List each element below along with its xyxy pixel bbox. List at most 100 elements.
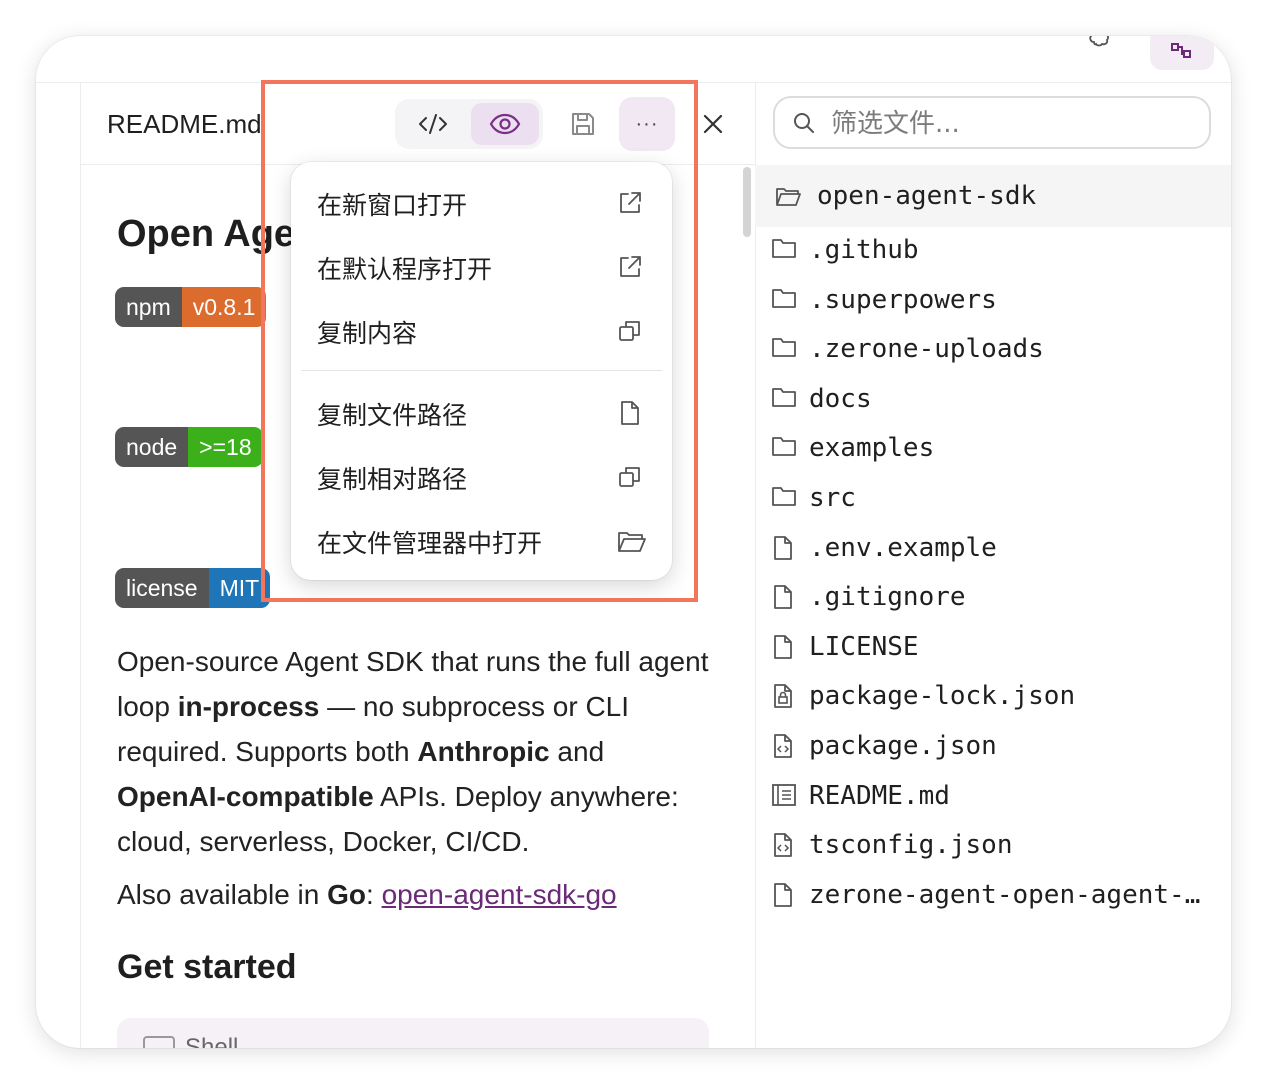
menu-separator — [301, 370, 662, 371]
intro-paragraph: Open-source Agent SDK that runs the full… — [117, 646, 709, 857]
external-link-icon — [620, 256, 641, 277]
tree-item-name: examples — [809, 433, 935, 463]
tree-item-name: README.md — [809, 781, 950, 811]
badge-value: MIT — [208, 568, 271, 608]
file-icon — [621, 401, 639, 425]
tree-item-name: .env.example — [809, 533, 997, 563]
menu-item-label: 复制内容 — [317, 319, 418, 348]
editor-header: README.md ··· — [81, 83, 755, 165]
menu-item-label: 复制文件路径 — [317, 401, 468, 430]
npm-badge[interactable]: npm v0.8.1 — [115, 287, 267, 327]
badge-key: license — [115, 568, 209, 608]
folder-icon — [771, 287, 797, 314]
license-badge[interactable]: license MIT — [115, 568, 271, 608]
preview-button[interactable] — [471, 103, 539, 145]
tree-item[interactable]: .superpowers — [771, 279, 1211, 323]
tree-item[interactable]: zerone-agent-open-agent-sdk.md — [771, 874, 1211, 918]
tree-item-name: .zerone-uploads — [809, 334, 1044, 364]
tree-item-name: .superpowers — [809, 285, 997, 315]
terminal-icon — [143, 1036, 175, 1048]
tree-item[interactable]: .github — [771, 229, 1211, 273]
folder-icon — [771, 336, 797, 363]
code-block[interactable]: Shell ⌄ — [117, 1018, 709, 1048]
brain-icon[interactable] — [1086, 36, 1116, 52]
top-bar — [36, 36, 1231, 83]
badge-value: >=18 — [188, 427, 263, 467]
badge-key: node — [115, 427, 189, 467]
badge-key: npm — [115, 287, 182, 327]
tree-item-name: tsconfig.json — [809, 830, 1013, 860]
menu-item-label: 复制相对路径 — [317, 465, 468, 494]
scrollbar[interactable] — [743, 167, 751, 237]
folder-icon — [771, 435, 797, 462]
search-icon — [794, 113, 814, 133]
more-button[interactable]: ··· — [619, 97, 675, 151]
close-icon — [703, 114, 723, 134]
menu-item-open-default[interactable]: 在默认程序打开 — [291, 238, 672, 296]
filter-input[interactable] — [829, 106, 1193, 142]
filter-box — [773, 96, 1211, 149]
menu-item-open-new-window[interactable]: 在新窗口打开 — [291, 174, 672, 232]
root-folder-name: open-agent-sdk — [817, 181, 1037, 211]
tree-item-name: package.json — [809, 731, 997, 761]
file-title: README.md — [107, 109, 262, 139]
menu-item-open-file-manager[interactable]: 在文件管理器中打开 — [291, 512, 672, 570]
tree-item[interactable]: LICENSE — [771, 626, 1211, 670]
file-icon — [771, 535, 795, 566]
copy-icon — [619, 321, 640, 341]
menu-item-label: 在文件管理器中打开 — [317, 529, 543, 558]
code-file-icon — [771, 733, 795, 764]
save-icon — [572, 113, 594, 135]
code-file-icon — [771, 832, 795, 863]
tree-item-name: .github — [809, 235, 919, 265]
copy-icon — [619, 467, 640, 487]
eye-icon — [489, 113, 521, 135]
code-view-button[interactable] — [399, 103, 467, 145]
readme-file-icon — [771, 783, 797, 812]
chevron-down-icon[interactable]: ⌄ — [665, 1038, 680, 1048]
tree-item-name: zerone-agent-open-agent-sdk.md — [809, 880, 1209, 910]
folder-open-icon — [618, 532, 646, 552]
node-badge[interactable]: node >=18 — [115, 427, 263, 467]
also-available-paragraph: Also available in Go: open-agent-sdk-go — [117, 879, 617, 910]
view-mode-toggle — [395, 99, 543, 149]
file-icon — [771, 634, 795, 665]
folder-icon — [771, 386, 797, 413]
go-sdk-link[interactable]: open-agent-sdk-go — [382, 879, 617, 910]
tree-item[interactable]: .gitignore — [771, 576, 1211, 620]
tree-item[interactable]: tsconfig.json — [771, 824, 1211, 868]
external-link-icon — [620, 192, 641, 213]
code-block-label: Shell — [185, 1034, 239, 1048]
get-started-heading: Get started — [117, 948, 297, 986]
tree-item-name: src — [809, 483, 856, 513]
menu-item-label: 在新窗口打开 — [317, 191, 468, 220]
tree-item[interactable]: examples — [771, 427, 1211, 471]
menu-item-label: 在默认程序打开 — [317, 255, 493, 284]
tree-item[interactable]: package.json — [771, 725, 1211, 769]
menu-item-copy-content[interactable]: 复制内容 — [291, 302, 672, 360]
tree-item[interactable]: package-lock.json — [771, 675, 1211, 719]
save-button[interactable] — [561, 103, 605, 145]
graph-icon[interactable] — [1150, 36, 1214, 70]
lock-file-icon — [771, 683, 795, 714]
folder-icon — [771, 237, 797, 264]
tree-item[interactable]: README.md — [771, 775, 1211, 819]
context-menu: 在新窗口打开 在默认程序打开 复制内容 复制文件路径 复制相对路径 在文件管理器… — [291, 162, 672, 580]
badge-value: v0.8.1 — [181, 287, 267, 327]
file-icon — [771, 584, 795, 615]
menu-item-copy-relative-path[interactable]: 复制相对路径 — [291, 448, 672, 506]
tree-item-name: docs — [809, 384, 872, 414]
tree-item[interactable]: .zerone-uploads — [771, 328, 1211, 372]
menu-item-copy-file-path[interactable]: 复制文件路径 — [291, 384, 672, 442]
tree-item[interactable]: docs — [771, 378, 1211, 422]
tree-item-name: package-lock.json — [809, 681, 1076, 711]
tree-item-name: LICENSE — [809, 632, 919, 662]
close-button[interactable] — [693, 103, 733, 145]
tree-item[interactable]: .env.example — [771, 527, 1211, 571]
folder-icon — [771, 485, 797, 512]
folder-open-icon — [776, 188, 801, 206]
tree-root[interactable]: open-agent-sdk — [755, 165, 1231, 227]
tree-item[interactable]: src — [771, 477, 1211, 521]
file-icon — [771, 882, 795, 913]
file-explorer: open-agent-sdk .github .superpowers .zeron… — [755, 83, 1231, 1048]
